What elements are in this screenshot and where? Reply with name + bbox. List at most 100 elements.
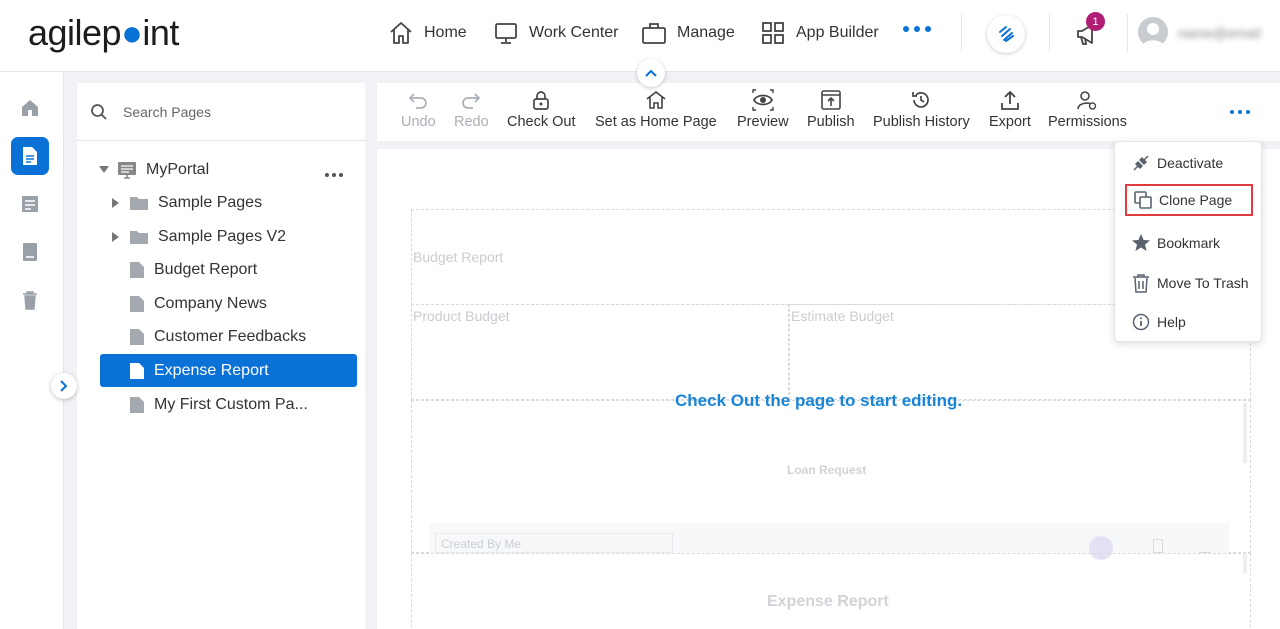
copy-icon bbox=[1134, 191, 1152, 209]
tree-root-label: MyPortal bbox=[146, 160, 210, 178]
tree-item-folder[interactable]: Sample Pages bbox=[109, 186, 262, 219]
tree-item-label: Budget Report bbox=[154, 260, 258, 278]
search-input[interactable] bbox=[123, 99, 353, 125]
page-icon bbox=[129, 295, 145, 313]
nav-home[interactable]: Home bbox=[388, 18, 467, 48]
rail-book-button[interactable] bbox=[11, 233, 49, 271]
ai-assistant-button[interactable] bbox=[987, 15, 1025, 53]
scrollbar bbox=[1243, 553, 1247, 573]
tree-item-page-selected[interactable]: Expense Report bbox=[100, 354, 357, 387]
nav-work-center[interactable]: Work Center bbox=[493, 18, 619, 48]
agilepoint-logo[interactable]: agilep●int bbox=[28, 12, 179, 54]
permissions-label: Permissions bbox=[1048, 114, 1127, 130]
menu-item-clone-page[interactable]: Clone Page bbox=[1125, 184, 1253, 216]
tree-item-page[interactable]: Customer Feedbacks bbox=[129, 320, 306, 353]
page-icon bbox=[23, 147, 37, 165]
nav-manage-label: Manage bbox=[677, 24, 735, 41]
caret-down-icon[interactable] bbox=[97, 165, 111, 174]
tree-item-label: Sample Pages V2 bbox=[158, 227, 287, 245]
menu-item-move-to-trash[interactable]: Move To Trash bbox=[1125, 267, 1253, 299]
tree-item-page[interactable]: Budget Report bbox=[129, 253, 257, 286]
export-icon bbox=[1001, 90, 1019, 110]
undo-button[interactable]: Undo bbox=[401, 89, 436, 130]
page-icon bbox=[129, 328, 145, 346]
grid-icon bbox=[762, 22, 784, 44]
menu-item-bookmark[interactable]: Bookmark bbox=[1125, 227, 1253, 259]
unplug-icon bbox=[1133, 155, 1149, 171]
rail-home-button[interactable] bbox=[11, 89, 49, 127]
nav-app-builder[interactable]: App Builder bbox=[760, 18, 879, 48]
menu-label: Bookmark bbox=[1157, 235, 1221, 251]
widget-title: Loan Request bbox=[787, 463, 867, 477]
caret-right-icon[interactable] bbox=[109, 197, 123, 208]
menu-item-deactivate[interactable]: Deactivate bbox=[1125, 147, 1253, 179]
collapse-header-button[interactable] bbox=[637, 59, 665, 87]
avatar[interactable] bbox=[1138, 17, 1168, 47]
trash-icon bbox=[1153, 539, 1163, 553]
rail-pages-button[interactable] bbox=[11, 137, 49, 175]
divider bbox=[1127, 14, 1128, 52]
tree-item-label: Expense Report bbox=[154, 361, 269, 379]
preview-button[interactable]: Preview bbox=[737, 89, 789, 130]
history-icon bbox=[912, 92, 930, 108]
search-icon bbox=[91, 104, 107, 120]
page-icon bbox=[129, 396, 145, 414]
page-icon bbox=[129, 362, 145, 380]
widget-title: Product Budget bbox=[413, 308, 510, 324]
export-icon bbox=[1199, 539, 1211, 553]
preview-label: Preview bbox=[737, 114, 789, 130]
user-icon bbox=[1142, 23, 1164, 47]
toolbar-more-button[interactable] bbox=[1230, 110, 1250, 114]
menu-label: Deactivate bbox=[1157, 155, 1224, 171]
home-icon bbox=[390, 22, 412, 44]
publish-history-button[interactable]: Publish History bbox=[873, 89, 970, 130]
tree-more-button[interactable] bbox=[325, 173, 343, 177]
top-navigation-bar: agilep●int Home Work Center Manage App B… bbox=[0, 0, 1280, 72]
check-out-label: Check Out bbox=[507, 114, 576, 130]
expand-sidebar-button[interactable] bbox=[51, 373, 77, 399]
set-as-home-page-button[interactable]: Set as Home Page bbox=[595, 89, 717, 130]
caret-right-icon[interactable] bbox=[109, 231, 123, 242]
book-icon bbox=[23, 243, 37, 261]
briefcase-icon bbox=[642, 23, 666, 44]
star-icon bbox=[1132, 234, 1150, 251]
undo-label: Undo bbox=[401, 114, 436, 130]
page-toolbar: Undo Redo Check Out Set as Home Page Pre… bbox=[377, 83, 1280, 141]
redo-icon bbox=[462, 93, 481, 109]
nav-more-button[interactable] bbox=[903, 26, 931, 32]
rail-trash-button[interactable] bbox=[11, 281, 49, 319]
publish-button[interactable]: Publish bbox=[807, 89, 855, 130]
tree-root-myportal[interactable]: MyPortal bbox=[97, 153, 209, 186]
rail-forms-button[interactable] bbox=[11, 185, 49, 223]
nav-manage[interactable]: Manage bbox=[641, 18, 735, 48]
check-out-button[interactable]: Check Out bbox=[507, 89, 576, 130]
widget-title: Expense Report bbox=[767, 593, 889, 610]
permissions-button[interactable]: Permissions bbox=[1048, 89, 1127, 130]
tree-item-page[interactable]: My First Custom Pa... bbox=[129, 388, 308, 421]
home-icon bbox=[646, 90, 666, 109]
pages-panel: MyPortal Sample Pages Sample Pages V2 Bu… bbox=[77, 83, 365, 629]
redo-button[interactable]: Redo bbox=[454, 89, 489, 130]
menu-item-help[interactable]: Help bbox=[1125, 306, 1253, 338]
nav-work-center-label: Work Center bbox=[529, 24, 619, 41]
chevron-right-icon bbox=[60, 380, 68, 392]
publish-label: Publish bbox=[807, 114, 855, 130]
export-button[interactable]: Export bbox=[989, 89, 1031, 130]
tree-item-page[interactable]: Company News bbox=[129, 287, 267, 320]
widget-title: Estimate Budget bbox=[791, 308, 894, 324]
publish-icon bbox=[820, 90, 841, 110]
divider bbox=[1049, 14, 1050, 52]
portal-icon bbox=[117, 161, 137, 179]
sparkle-icon bbox=[999, 26, 1014, 42]
tree-item-label: My First Custom Pa... bbox=[154, 395, 308, 413]
nav-app-builder-label: App Builder bbox=[796, 24, 879, 41]
widget-filter-select: Created By Me bbox=[435, 533, 673, 553]
menu-label: Move To Trash bbox=[1157, 275, 1249, 291]
chevron-up-icon bbox=[645, 69, 657, 77]
trash-icon bbox=[1133, 274, 1149, 293]
menu-label: Help bbox=[1157, 314, 1186, 330]
folder-icon bbox=[129, 229, 149, 245]
username[interactable]: name@email bbox=[1178, 25, 1261, 41]
tree-item-folder[interactable]: Sample Pages V2 bbox=[109, 220, 286, 253]
undo-icon bbox=[409, 93, 428, 109]
